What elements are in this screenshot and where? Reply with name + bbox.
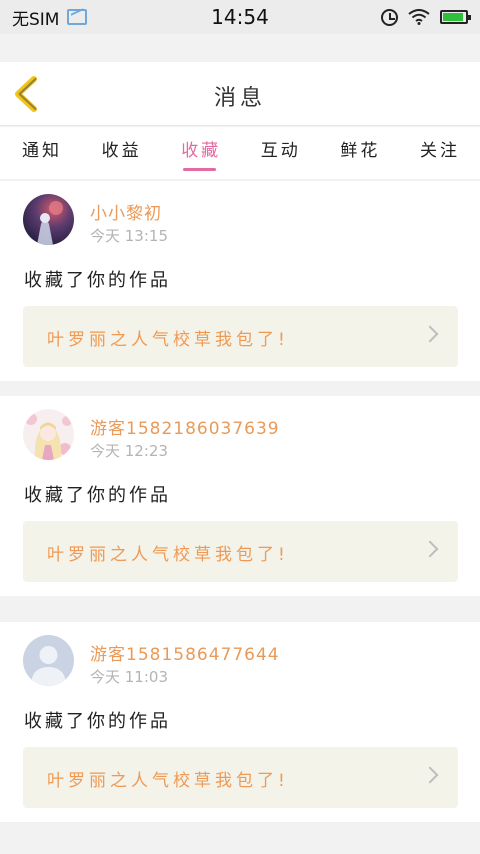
battery-level [443,13,463,21]
tab-notifications[interactable]: 通知 [22,127,62,179]
message-time: 今天 13:15 [90,227,168,245]
chevron-right-icon [421,540,439,558]
tab-interactions[interactable]: 互动 [261,127,301,179]
user-name[interactable]: 游客1582186037639 [90,414,280,439]
user-name[interactable]: 游客1581586477644 [90,640,280,665]
tab-earnings[interactable]: 收益 [102,127,142,179]
user-avatar[interactable] [23,194,74,245]
tab-favorites[interactable]: 收藏 [181,127,221,179]
message-text: 收藏了你的作品 [24,485,171,506]
message-text: 收藏了你的作品 [24,270,171,291]
work-title: 叶罗丽之人气校草我包了! [47,545,289,565]
work-link[interactable]: 叶罗丽之人气校草我包了! [23,747,458,808]
carrier-label: 无SIM [12,9,60,30]
tab-following[interactable]: 关注 [420,127,460,179]
user-name[interactable]: 小小黎初 [90,199,162,224]
work-link[interactable]: 叶罗丽之人气校草我包了! [23,521,458,582]
battery-icon [440,10,471,24]
work-link[interactable]: 叶罗丽之人气校草我包了! [23,306,458,367]
alarm-icon [381,8,398,26]
chevron-right-icon [421,325,439,343]
user-avatar[interactable] [23,409,74,460]
message-time: 今天 12:23 [90,442,168,460]
user-avatar[interactable] [23,635,74,686]
message-card: 游客1581586477644 今天 11:03 收藏了你的作品 叶罗丽之人气校… [0,622,480,822]
tab-flowers[interactable]: 鲜花 [340,127,380,179]
work-title: 叶罗丽之人气校草我包了! [47,771,289,791]
work-title: 叶罗丽之人气校草我包了! [47,330,289,350]
message-time: 今天 11:03 [90,668,168,686]
status-bar: 无SIM 14:54 [0,0,480,34]
message-card: 游客1582186037639 今天 12:23 收藏了你的作品 叶罗丽之人气校… [0,396,480,596]
no-signal-icon [67,9,88,25]
chevron-right-icon [421,766,439,784]
message-card: 小小黎初 今天 13:15 收藏了你的作品 叶罗丽之人气校草我包了! [0,181,480,381]
header-bar: 消息 [0,62,480,126]
tab-bar: 通知 收益 收藏 互动 鲜花 关注 [0,127,480,179]
message-text: 收藏了你的作品 [24,711,171,732]
wifi-icon [408,9,430,25]
page-title: 消息 [213,86,266,111]
